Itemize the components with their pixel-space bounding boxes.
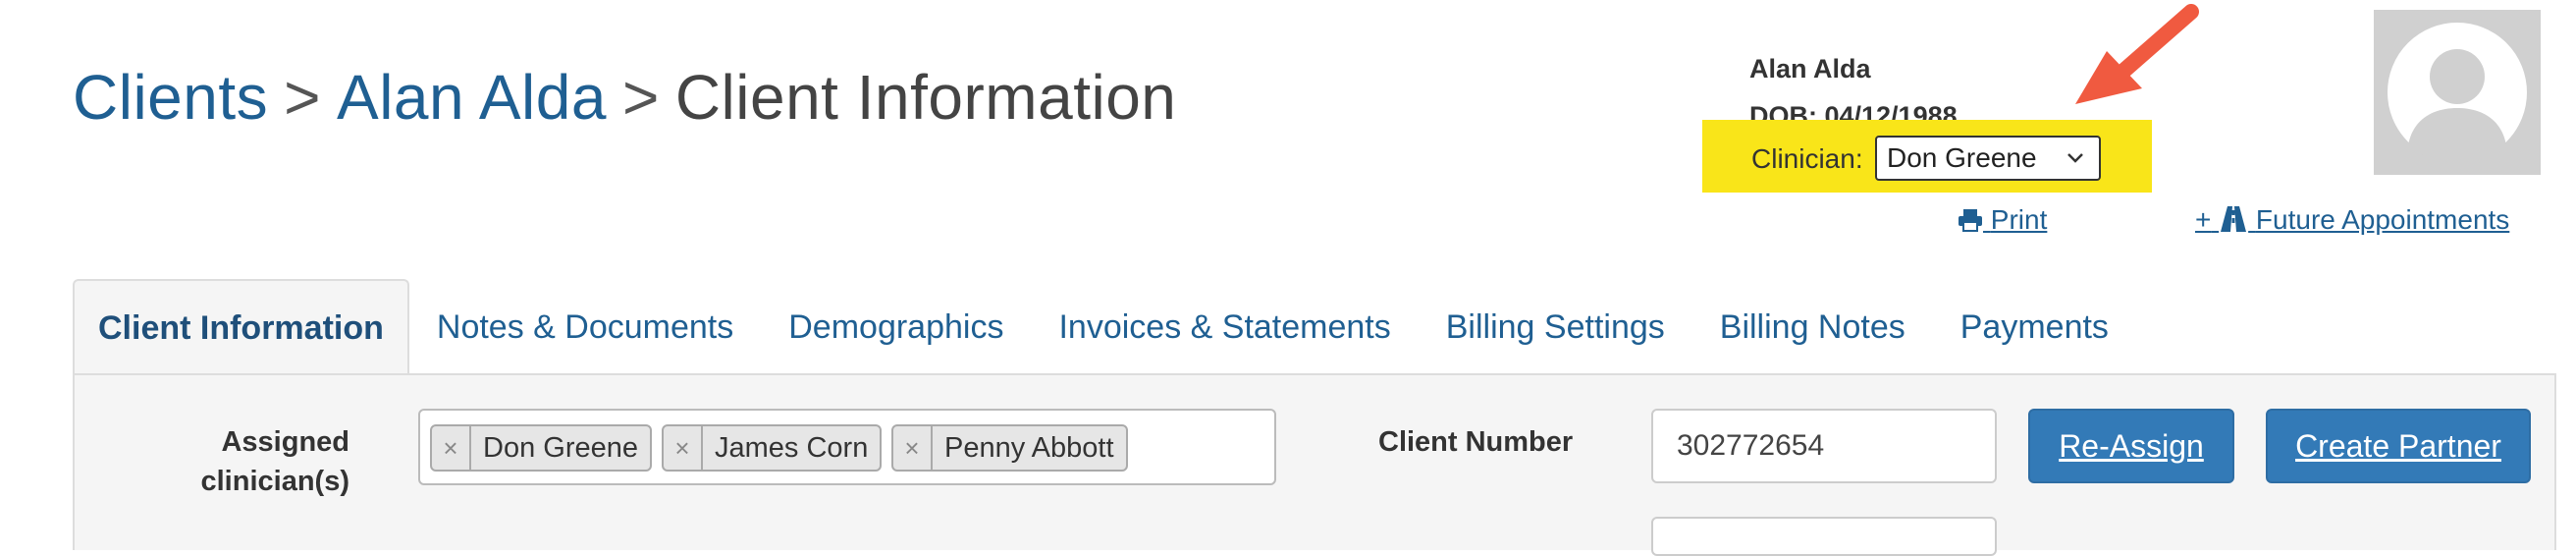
road-icon <box>2219 204 2256 235</box>
clinician-tag: × James Corn <box>662 424 883 472</box>
arrow-annotation-icon <box>2075 4 2199 104</box>
tab-billing-settings[interactable]: Billing Settings <box>1419 279 1692 375</box>
remove-tag-icon[interactable]: × <box>432 426 471 470</box>
future-appointments-link[interactable]: + Future Appointments <box>2195 204 2509 236</box>
tab-billing-notes[interactable]: Billing Notes <box>1692 279 1933 375</box>
avatar <box>2374 10 2541 175</box>
assigned-label-line2: clinician(s) <box>200 466 350 497</box>
client-name: Alan Alda <box>1749 54 1871 83</box>
secondary-field[interactable] <box>1651 517 1997 556</box>
client-number-label: Client Number <box>1378 426 1574 458</box>
clinician-tag-label: James Corn <box>715 431 869 464</box>
tab-client-information[interactable]: Client Information <box>73 279 409 375</box>
clinician-select-value: Don Greene <box>1887 142 2037 173</box>
breadcrumb-separator: > <box>284 62 321 133</box>
page-title: Client Information <box>674 62 1177 133</box>
clinician-tag: × Don Greene <box>430 424 652 472</box>
breadcrumb: Clients > Alan Alda > Client Information <box>73 61 1176 134</box>
tab-bar: Client Information Notes & Documents Dem… <box>73 279 2136 375</box>
tab-demographics[interactable]: Demographics <box>761 279 1031 375</box>
client-number-field[interactable]: 302772654 <box>1651 409 1997 483</box>
chevron-down-icon <box>2066 138 2085 194</box>
printer-icon <box>1958 204 1991 235</box>
breadcrumb-clients-link[interactable]: Clients <box>73 62 268 133</box>
reassign-button[interactable]: Re-Assign <box>2028 409 2234 483</box>
assigned-clinicians-label: Assigned clinician(s) <box>177 422 350 501</box>
tab-invoices-statements[interactable]: Invoices & Statements <box>1031 279 1418 375</box>
clinician-label: Clinician: <box>1751 143 1863 174</box>
tab-notes-documents[interactable]: Notes & Documents <box>409 279 761 375</box>
breadcrumb-separator: > <box>621 62 660 133</box>
remove-tag-icon[interactable]: × <box>664 426 703 470</box>
tab-payments[interactable]: Payments <box>1933 279 2136 375</box>
print-link-label: Print <box>1990 204 2048 235</box>
remove-tag-icon[interactable]: × <box>893 426 933 470</box>
assigned-clinicians-input[interactable]: × Don Greene × James Corn × Penny Abbott <box>418 409 1276 485</box>
clinician-tag-label: Penny Abbott <box>944 431 1114 464</box>
future-appointments-label: Future Appointments <box>2255 204 2510 235</box>
plus-label: + <box>2195 204 2212 235</box>
assigned-label-line1: Assigned <box>221 426 349 458</box>
breadcrumb-client-link[interactable]: Alan Alda <box>337 62 607 133</box>
clinician-tag-label: Don Greene <box>483 431 638 464</box>
print-link[interactable]: Print <box>1958 204 2047 236</box>
clinician-select[interactable]: Don Greene <box>1875 136 2101 181</box>
clinician-tag: × Penny Abbott <box>891 424 1128 472</box>
create-partner-button[interactable]: Create Partner <box>2266 409 2531 483</box>
